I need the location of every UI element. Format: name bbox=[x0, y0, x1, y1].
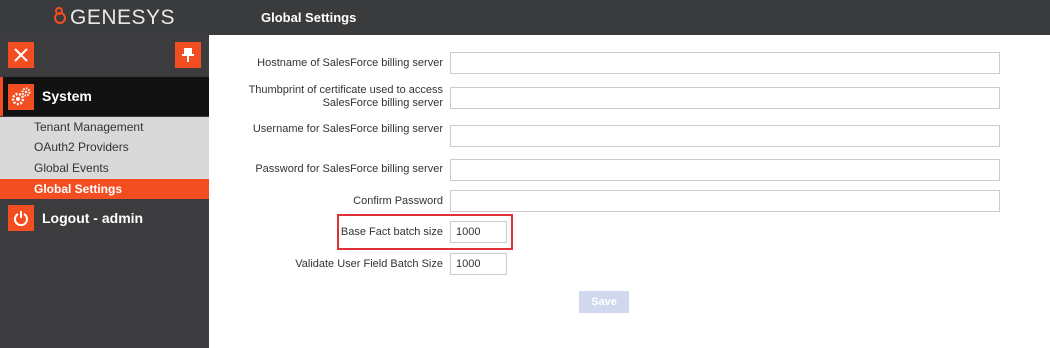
save-button[interactable]: Save bbox=[579, 291, 629, 313]
thumbprint-input[interactable] bbox=[450, 87, 1000, 109]
hostname-input[interactable] bbox=[450, 52, 1000, 74]
username-row: Username for SalesForce billing server bbox=[209, 123, 1050, 149]
validate-user-batch-input[interactable]: 1000 bbox=[450, 253, 507, 275]
top-bar: GENESYS Global Settings bbox=[0, 0, 1050, 35]
validate-user-batch-row: Validate User Field Batch Size 1000 bbox=[209, 253, 1050, 275]
system-label: System bbox=[42, 88, 92, 104]
confirm-password-input[interactable] bbox=[450, 190, 1000, 212]
sidebar-item-global-settings[interactable]: Global Settings bbox=[0, 179, 209, 199]
logout-button[interactable]: Logout - admin bbox=[0, 200, 209, 236]
sidebar-section-system[interactable]: System bbox=[0, 77, 209, 116]
confirm-password-row: Confirm Password bbox=[209, 190, 1050, 212]
username-input[interactable] bbox=[450, 125, 1000, 147]
username-label: Username for SalesForce billing server bbox=[252, 123, 443, 135]
password-row: Password for SalesForce billing server bbox=[209, 159, 1050, 181]
sidebar: System Tenant Management OAuth2 Provider… bbox=[0, 35, 209, 348]
password-label: Password for SalesForce billing server bbox=[255, 163, 443, 175]
system-submenu: Tenant Management OAuth2 Providers Globa… bbox=[0, 117, 209, 199]
base-fact-batch-row: Base Fact batch size 1000 bbox=[209, 221, 1050, 243]
genesys-logo: GENESYS bbox=[52, 6, 175, 30]
genesys-logo-icon bbox=[52, 7, 67, 29]
sidebar-item-global-events[interactable]: Global Events bbox=[0, 158, 209, 178]
thumbprint-label: Thumbprint of certificate used to access… bbox=[248, 84, 443, 109]
validate-user-batch-label: Validate User Field Batch Size bbox=[295, 258, 443, 270]
hostname-label: Hostname of SalesForce billing server bbox=[257, 57, 443, 69]
page-title: Global Settings bbox=[261, 10, 357, 25]
logout-label: Logout - admin bbox=[42, 210, 144, 226]
close-menu-button[interactable] bbox=[8, 42, 34, 68]
base-fact-batch-input[interactable]: 1000 bbox=[450, 221, 507, 243]
hostname-row: Hostname of SalesForce billing server bbox=[209, 52, 1050, 74]
close-icon bbox=[14, 48, 28, 62]
gears-icon bbox=[8, 84, 34, 110]
brand-name: GENESYS bbox=[70, 6, 176, 29]
base-fact-batch-label: Base Fact batch size bbox=[340, 226, 443, 238]
sidebar-item-oauth2-providers[interactable]: OAuth2 Providers bbox=[0, 137, 209, 157]
sidebar-item-tenant-management[interactable]: Tenant Management bbox=[0, 117, 209, 137]
pin-icon bbox=[182, 48, 194, 62]
confirm-password-label: Confirm Password bbox=[353, 195, 443, 207]
thumbprint-row: Thumbprint of certificate used to access… bbox=[209, 84, 1050, 110]
password-input[interactable] bbox=[450, 159, 1000, 181]
power-icon bbox=[8, 205, 34, 231]
pin-menu-button[interactable] bbox=[175, 42, 201, 68]
